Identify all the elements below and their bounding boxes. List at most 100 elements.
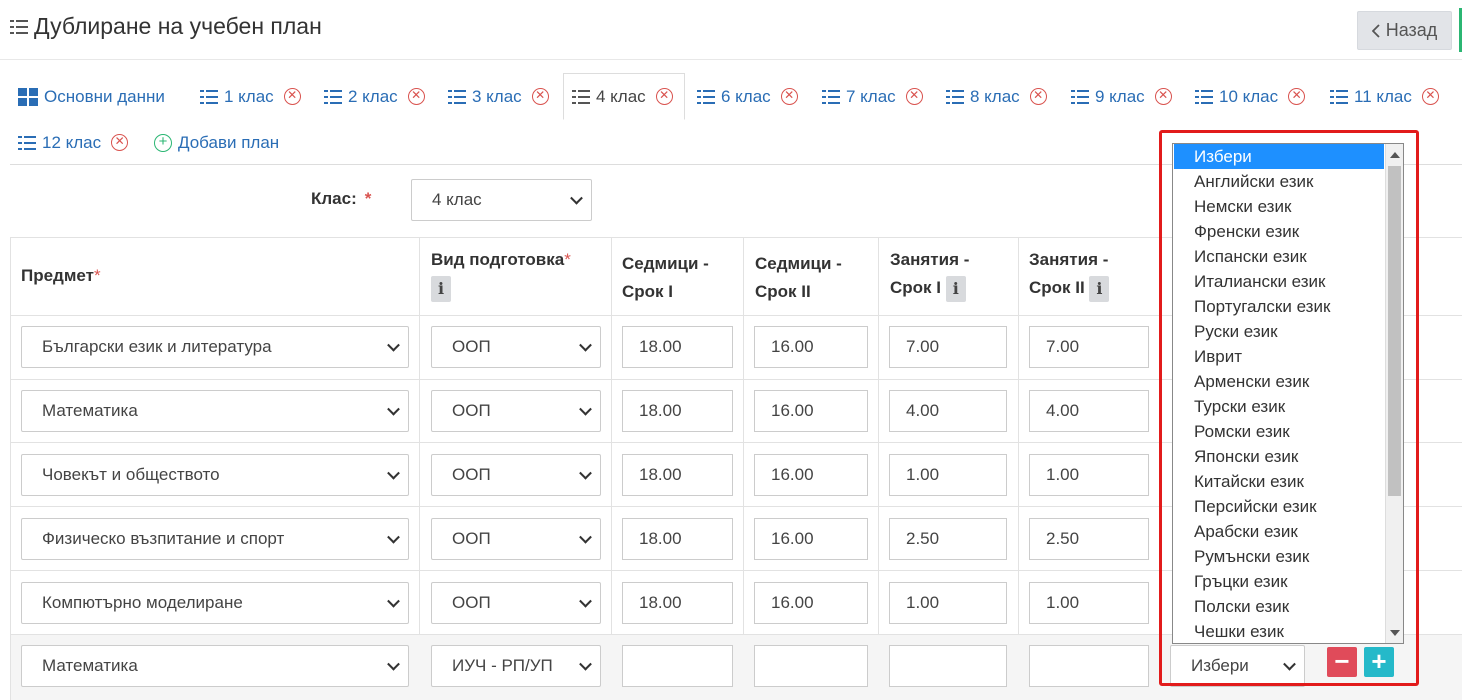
header-prep-text: Вид подготовка bbox=[431, 250, 565, 269]
subject-value: Математика bbox=[42, 656, 138, 675]
list-icon bbox=[1195, 89, 1213, 104]
back-button-label: Назад bbox=[1385, 20, 1438, 40]
classes-term1-input[interactable]: 7.00 bbox=[889, 326, 1007, 368]
weeks-term2-input[interactable]: 16.00 bbox=[754, 518, 868, 560]
weeks-term2-input[interactable]: 16.00 bbox=[754, 454, 868, 496]
classes-term2-input[interactable]: 1.00 bbox=[1029, 582, 1149, 624]
subject-select[interactable]: Математика bbox=[21, 390, 409, 432]
weeks-term2-input[interactable]: 16.00 bbox=[754, 326, 868, 368]
info-icon[interactable]: i bbox=[1089, 275, 1110, 302]
chevron-down-icon bbox=[387, 594, 400, 608]
highlight-frame bbox=[1159, 130, 1419, 686]
close-icon[interactable]: ✕ bbox=[1288, 88, 1306, 105]
grid-line bbox=[743, 237, 744, 700]
add-plan-button[interactable]: + Добави план bbox=[146, 119, 287, 166]
prep-value: ООП bbox=[452, 337, 491, 356]
weeks-term1-input[interactable]: 18.00 bbox=[622, 454, 733, 496]
chevron-down-icon bbox=[579, 657, 592, 671]
prep-select[interactable]: ООП bbox=[431, 582, 601, 624]
info-icon[interactable]: i bbox=[945, 275, 966, 302]
header-classes-term1: Занятия - Срок I i bbox=[890, 246, 969, 302]
prep-value: ООП bbox=[452, 593, 491, 612]
list-icon bbox=[18, 135, 36, 150]
close-icon[interactable]: ✕ bbox=[655, 88, 673, 105]
list-icon bbox=[448, 89, 466, 104]
close-icon[interactable]: ✕ bbox=[531, 88, 549, 105]
tab-class-3[interactable]: 3 клас ✕ bbox=[440, 73, 557, 120]
list-icon bbox=[200, 89, 218, 104]
weeks-term2-input[interactable] bbox=[754, 645, 868, 687]
tab-class-1[interactable]: 1 клас ✕ bbox=[192, 73, 309, 120]
prep-value: ООП bbox=[452, 401, 491, 420]
subject-select[interactable]: Физическо възпитание и спорт bbox=[21, 518, 409, 560]
tab-class-12[interactable]: 12 клас ✕ bbox=[10, 119, 136, 166]
tab-class-2[interactable]: 2 клас ✕ bbox=[316, 73, 433, 120]
close-icon[interactable]: ✕ bbox=[1154, 88, 1172, 105]
close-icon[interactable]: ✕ bbox=[111, 134, 129, 151]
list-icon bbox=[1330, 89, 1348, 104]
tab-class-8[interactable]: 8 клас ✕ bbox=[938, 73, 1055, 120]
grid-line bbox=[10, 237, 11, 700]
subject-value: Компютърно моделиране bbox=[42, 593, 243, 612]
close-icon[interactable]: ✕ bbox=[1029, 88, 1047, 105]
chevron-down-icon bbox=[570, 191, 583, 205]
close-icon[interactable]: ✕ bbox=[283, 88, 301, 105]
info-icon[interactable]: i bbox=[431, 275, 451, 302]
classes-term1-input[interactable]: 4.00 bbox=[889, 390, 1007, 432]
subject-select[interactable]: Човекът и обществото bbox=[21, 454, 409, 496]
chevron-down-icon bbox=[387, 402, 400, 416]
class-select[interactable]: 4 клас bbox=[411, 179, 592, 221]
tab-class-4[interactable]: 4 клас ✕ bbox=[563, 73, 685, 120]
tab-main-data[interactable]: Основни данни bbox=[10, 73, 173, 120]
tab-class-9[interactable]: 9 клас ✕ bbox=[1063, 73, 1180, 120]
weeks-term1-input[interactable]: 18.00 bbox=[622, 582, 733, 624]
subject-select[interactable]: Компютърно моделиране bbox=[21, 582, 409, 624]
prep-select[interactable]: ООП bbox=[431, 326, 601, 368]
tab-label: 6 клас bbox=[721, 86, 771, 106]
chevron-left-icon bbox=[1371, 23, 1380, 38]
prep-select[interactable]: ООП bbox=[431, 518, 601, 560]
subject-value: Математика bbox=[42, 401, 138, 420]
close-icon[interactable]: ✕ bbox=[407, 88, 425, 105]
prep-select[interactable]: ООП bbox=[431, 390, 601, 432]
list-icon bbox=[697, 89, 715, 104]
classes-term2-input[interactable] bbox=[1029, 645, 1149, 687]
prep-value: ООП bbox=[452, 465, 491, 484]
classes-term2-input[interactable]: 7.00 bbox=[1029, 326, 1149, 368]
prep-value: ИУЧ - РП/УП bbox=[452, 656, 553, 675]
tab-class-7[interactable]: 7 клас ✕ bbox=[814, 73, 931, 120]
classes-term2-input[interactable]: 1.00 bbox=[1029, 454, 1149, 496]
weeks-term1-input[interactable] bbox=[622, 645, 733, 687]
tab-class-10[interactable]: 10 клас ✕ bbox=[1187, 73, 1313, 120]
classes-term1-input[interactable] bbox=[889, 645, 1007, 687]
tab-class-11[interactable]: 11 клас ✕ bbox=[1322, 73, 1447, 120]
close-icon[interactable]: ✕ bbox=[1421, 88, 1439, 105]
prep-select[interactable]: ИУЧ - РП/УП bbox=[431, 645, 601, 687]
weeks-term2-input[interactable]: 16.00 bbox=[754, 390, 868, 432]
subject-select[interactable]: Математика bbox=[21, 645, 409, 687]
tab-label: 3 клас bbox=[472, 86, 522, 106]
prep-select[interactable]: ООП bbox=[431, 454, 601, 496]
classes-term1-input[interactable]: 1.00 bbox=[889, 454, 1007, 496]
back-button[interactable]: Назад bbox=[1357, 11, 1452, 50]
classes-term1-input[interactable]: 2.50 bbox=[889, 518, 1007, 560]
weeks-term1-input[interactable]: 18.00 bbox=[622, 326, 733, 368]
subject-select[interactable]: Български език и литература bbox=[21, 326, 409, 368]
page-title-text: Дублиране на учебен план bbox=[34, 13, 322, 39]
classes-term2-input[interactable]: 2.50 bbox=[1029, 518, 1149, 560]
required-marker: * bbox=[93, 266, 101, 285]
classes-term2-input[interactable]: 4.00 bbox=[1029, 390, 1149, 432]
header-text: Срок II bbox=[1029, 278, 1085, 297]
class-field-label: Клас: * bbox=[311, 189, 371, 209]
header-classes-term2: Занятия - Срок II i bbox=[1029, 246, 1110, 302]
weeks-term1-input[interactable]: 18.00 bbox=[622, 390, 733, 432]
weeks-term1-input[interactable]: 18.00 bbox=[622, 518, 733, 560]
classes-term1-input[interactable]: 1.00 bbox=[889, 582, 1007, 624]
close-icon[interactable]: ✕ bbox=[780, 88, 798, 105]
close-icon[interactable]: ✕ bbox=[905, 88, 923, 105]
chevron-down-icon bbox=[387, 530, 400, 544]
weeks-term2-input[interactable]: 16.00 bbox=[754, 582, 868, 624]
tab-label: 4 клас bbox=[596, 86, 646, 106]
tab-class-6[interactable]: 6 клас ✕ bbox=[689, 73, 806, 120]
plus-circle-icon: + bbox=[154, 133, 172, 152]
